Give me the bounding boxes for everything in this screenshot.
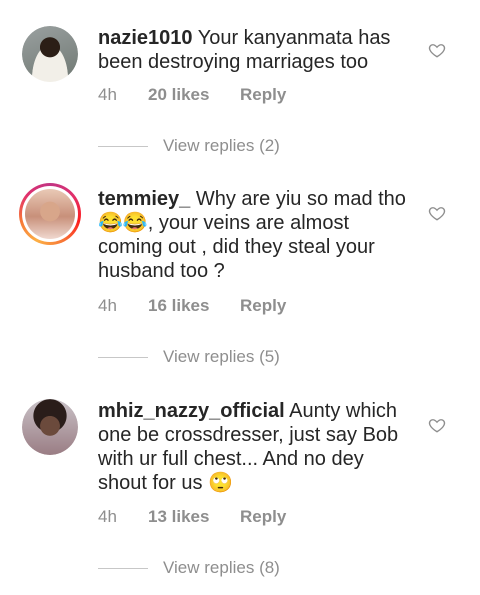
comment-likes[interactable]: 20 likes	[148, 85, 240, 105]
comment-meta: 4h 16 likes Reply	[98, 296, 286, 316]
view-replies-button[interactable]: View replies (8)	[98, 556, 280, 580]
heart-outline-icon[interactable]	[428, 41, 446, 59]
reply-button[interactable]: Reply	[240, 507, 286, 527]
comment-text: nazie1010 Your kanyanmata has been destr…	[98, 26, 408, 74]
comment-username[interactable]: temmiey_	[98, 188, 190, 210]
view-replies-label[interactable]: View replies (8)	[163, 558, 280, 578]
avatar[interactable]	[22, 26, 78, 82]
comment-username[interactable]: nazie1010	[98, 27, 193, 49]
divider	[98, 145, 148, 147]
comment-text: temmiey_ Why are yiu so mad tho 😂😂, your…	[98, 187, 408, 283]
comment-text: mhiz_nazzy_official Aunty which one be c…	[98, 399, 408, 495]
heart-outline-icon[interactable]	[428, 416, 446, 434]
reply-button[interactable]: Reply	[240, 296, 286, 316]
comment-likes[interactable]: 16 likes	[148, 296, 240, 316]
comment-time: 4h	[98, 85, 117, 104]
avatar[interactable]	[22, 399, 78, 455]
view-replies-button[interactable]: View replies (5)	[98, 345, 280, 369]
divider	[98, 567, 148, 569]
view-replies-label[interactable]: View replies (2)	[163, 136, 280, 156]
comment-likes[interactable]: 13 likes	[148, 507, 240, 527]
heart-outline-icon[interactable]	[428, 204, 446, 222]
view-replies-button[interactable]: View replies (2)	[98, 134, 280, 158]
view-replies-label[interactable]: View replies (5)	[163, 347, 280, 367]
comment-time: 4h	[98, 507, 117, 526]
comment-username[interactable]: mhiz_nazzy_official	[98, 400, 285, 422]
avatar-story-ring[interactable]	[19, 183, 81, 245]
reply-button[interactable]: Reply	[240, 85, 286, 105]
divider	[98, 356, 148, 358]
comment-meta: 4h 13 likes Reply	[98, 507, 286, 527]
comment-time: 4h	[98, 296, 117, 315]
comment-meta: 4h 20 likes Reply	[98, 85, 286, 105]
avatar[interactable]	[25, 189, 75, 239]
